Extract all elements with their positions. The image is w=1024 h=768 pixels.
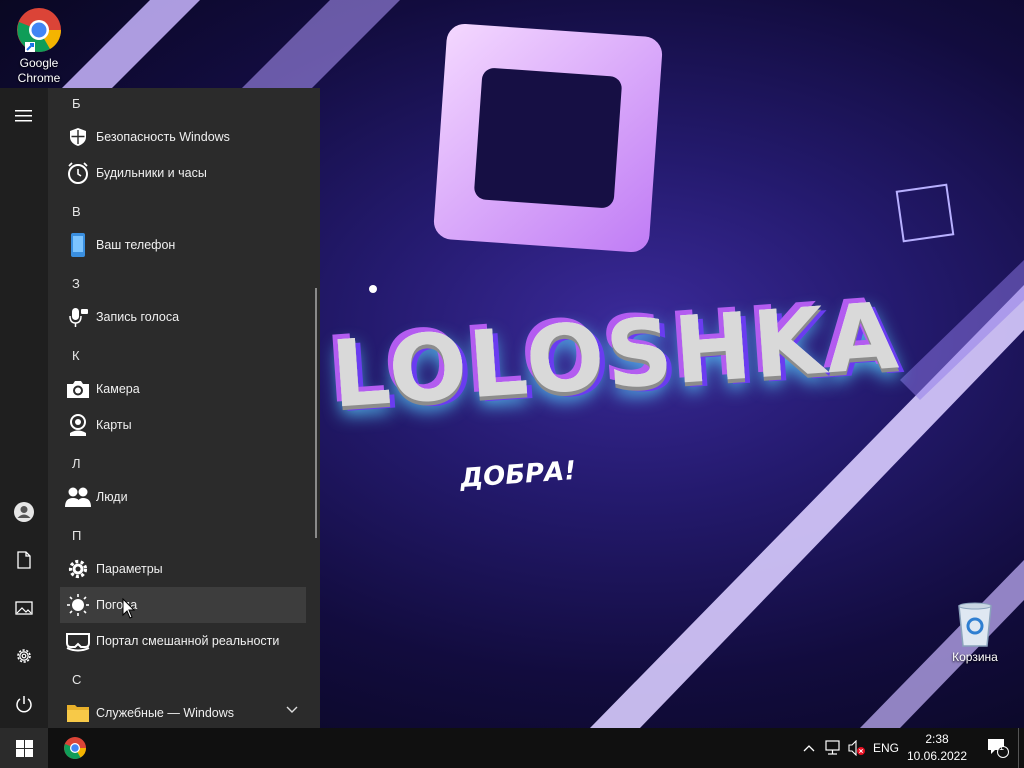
taskbar-chrome-button[interactable]	[52, 728, 98, 768]
app-item-label: Ваш телефон	[96, 238, 176, 252]
app-item-label: Камера	[96, 382, 140, 396]
power-button[interactable]	[0, 680, 48, 728]
taskbar: ENG 2:38 10.06.2022 1	[0, 728, 1024, 768]
app-item-maps[interactable]: Карты	[60, 407, 306, 443]
camera-icon	[67, 381, 89, 398]
power-icon	[16, 696, 32, 713]
alarm-clock-icon	[68, 162, 88, 184]
gear-icon	[17, 649, 31, 663]
sun-icon	[67, 594, 89, 616]
group-header-k[interactable]: К	[72, 348, 80, 363]
desktop-icon-label: Google Chrome	[17, 56, 61, 85]
show-desktop-button[interactable]	[1018, 728, 1024, 768]
expand-button[interactable]	[0, 92, 48, 140]
windows-logo-icon	[15, 739, 33, 757]
desktop-icon-recycle-bin[interactable]: Корзина	[940, 600, 1010, 665]
start-menu: Б Безопасность Windows Будильники и часы…	[0, 88, 320, 728]
volume-muted-icon	[848, 740, 865, 756]
document-icon	[17, 551, 31, 569]
folder-icon	[67, 705, 89, 722]
app-item-label: Безопасность Windows	[96, 130, 230, 144]
tray-network-button[interactable]	[822, 728, 844, 768]
chevron-up-icon	[803, 745, 815, 752]
desktop-icon-chrome[interactable]: Google Chrome	[4, 6, 74, 86]
account-button[interactable]	[0, 488, 48, 536]
chrome-icon	[17, 8, 61, 52]
phone-icon	[71, 233, 85, 257]
start-menu-rail	[0, 88, 48, 728]
notification-icon	[988, 739, 1009, 758]
app-item-label: Будильники и часы	[96, 166, 207, 180]
app-item-your-phone[interactable]: Ваш телефон	[60, 227, 306, 263]
network-icon	[825, 740, 840, 755]
gear-icon	[68, 559, 88, 579]
app-item-settings[interactable]: Параметры	[60, 551, 306, 587]
picture-icon	[15, 601, 33, 615]
clock-time: 2:38	[925, 732, 949, 746]
app-item-label: Портал смешанной реальности	[96, 634, 280, 648]
tray-volume-button[interactable]	[846, 728, 868, 768]
notification-count: 1	[999, 742, 1005, 752]
settings-button[interactable]	[0, 632, 48, 680]
taskbar-clock[interactable]: 2:38 10.06.2022	[900, 731, 974, 765]
action-center-button[interactable]: 1	[980, 728, 1016, 768]
documents-button[interactable]	[0, 536, 48, 584]
hamburger-icon	[15, 110, 32, 122]
tray-show-hidden-button[interactable]	[800, 728, 818, 768]
group-header-v[interactable]: В	[72, 204, 81, 219]
start-button[interactable]	[0, 728, 48, 768]
app-item-windows-security[interactable]: Безопасность Windows	[60, 119, 306, 155]
app-folder-windows-tools[interactable]: Служебные — Windows	[60, 695, 306, 728]
mixed-reality-icon	[66, 633, 90, 652]
chevron-down-icon	[286, 706, 298, 713]
app-list-scrollbar[interactable]	[315, 288, 317, 538]
app-item-label: Люди	[96, 490, 128, 504]
app-item-label: Запись голоса	[96, 310, 180, 324]
user-icon	[14, 502, 34, 522]
app-item-label: Карты	[96, 418, 132, 432]
map-pin-icon	[70, 414, 86, 436]
recycle-bin-icon	[958, 602, 992, 647]
app-item-camera[interactable]: Камера	[60, 371, 306, 407]
app-item-weather[interactable]: Погода	[60, 587, 306, 623]
app-item-people[interactable]: Люди	[60, 479, 306, 515]
app-list: Б Безопасность Windows Будильники и часы…	[48, 88, 320, 728]
app-item-mixed-reality-portal[interactable]: Портал смешанной реальности	[60, 623, 306, 659]
mouse-cursor-icon	[122, 598, 136, 619]
desktop-icon-label: Корзина	[952, 650, 998, 664]
group-header-b[interactable]: Б	[72, 96, 81, 111]
clock-date: 10.06.2022	[906, 749, 968, 763]
group-header-l[interactable]: Л	[72, 456, 81, 471]
group-header-z[interactable]: З	[72, 276, 80, 291]
app-item-label: Параметры	[96, 562, 163, 576]
microphone-icon	[69, 308, 88, 327]
group-header-s[interactable]: С	[72, 672, 81, 687]
chrome-icon	[64, 737, 86, 759]
language-indicator[interactable]: ENG	[870, 728, 902, 768]
app-item-label: Служебные — Windows	[96, 706, 235, 720]
app-item-alarms-clock[interactable]: Будильники и часы	[60, 155, 306, 191]
people-icon	[65, 487, 91, 507]
app-item-voice-recorder[interactable]: Запись голоса	[60, 299, 306, 335]
shield-icon	[70, 128, 86, 146]
pictures-button[interactable]	[0, 584, 48, 632]
group-header-p[interactable]: П	[72, 528, 81, 543]
